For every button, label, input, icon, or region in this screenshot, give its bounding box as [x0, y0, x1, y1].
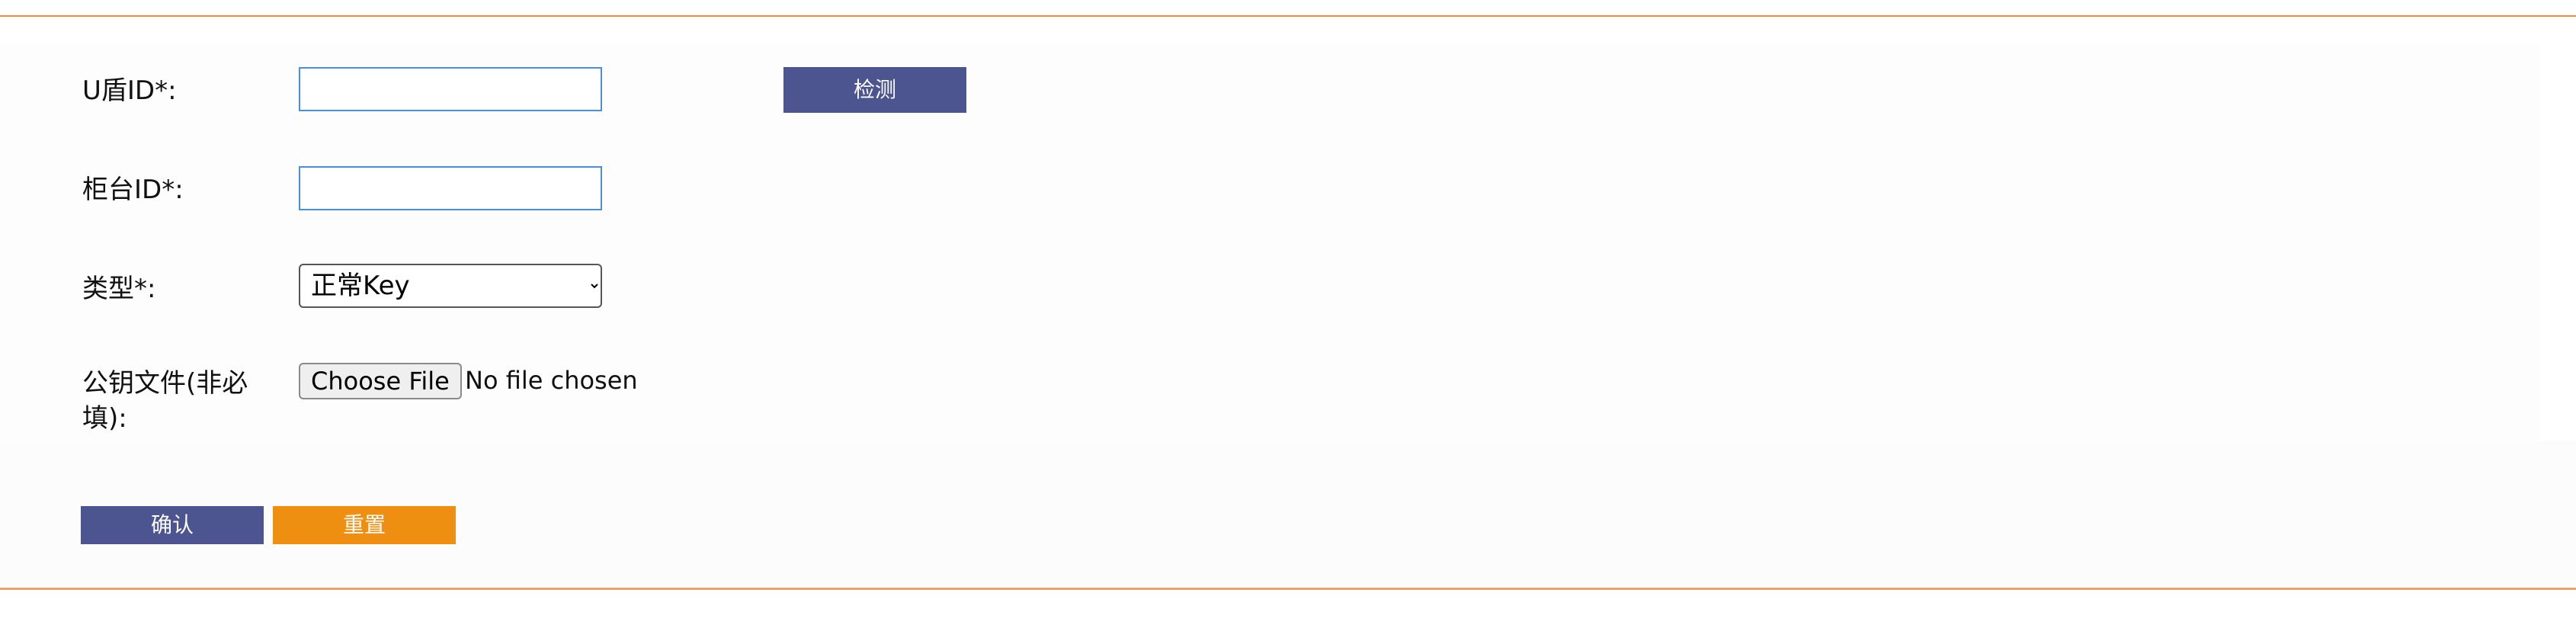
- top-divider: [0, 15, 2576, 17]
- counter-id-label: 柜台ID*:: [82, 175, 184, 205]
- reset-button[interactable]: 重置: [273, 506, 456, 544]
- choose-file-button[interactable]: Choose File: [299, 363, 462, 399]
- detect-button[interactable]: 检测: [783, 67, 966, 113]
- confirm-button[interactable]: 确认: [81, 506, 264, 544]
- type-label: 类型*:: [82, 274, 156, 304]
- counter-id-input[interactable]: [299, 166, 602, 210]
- file-status-text: No file chosen: [465, 366, 638, 395]
- type-select[interactable]: 正常Key: [299, 264, 602, 308]
- bottom-divider: [0, 588, 2576, 590]
- public-key-file-label: 公钥文件(非必填):: [82, 368, 248, 434]
- ukey-id-label: U盾ID*:: [82, 75, 177, 106]
- ukey-id-input[interactable]: [299, 67, 602, 111]
